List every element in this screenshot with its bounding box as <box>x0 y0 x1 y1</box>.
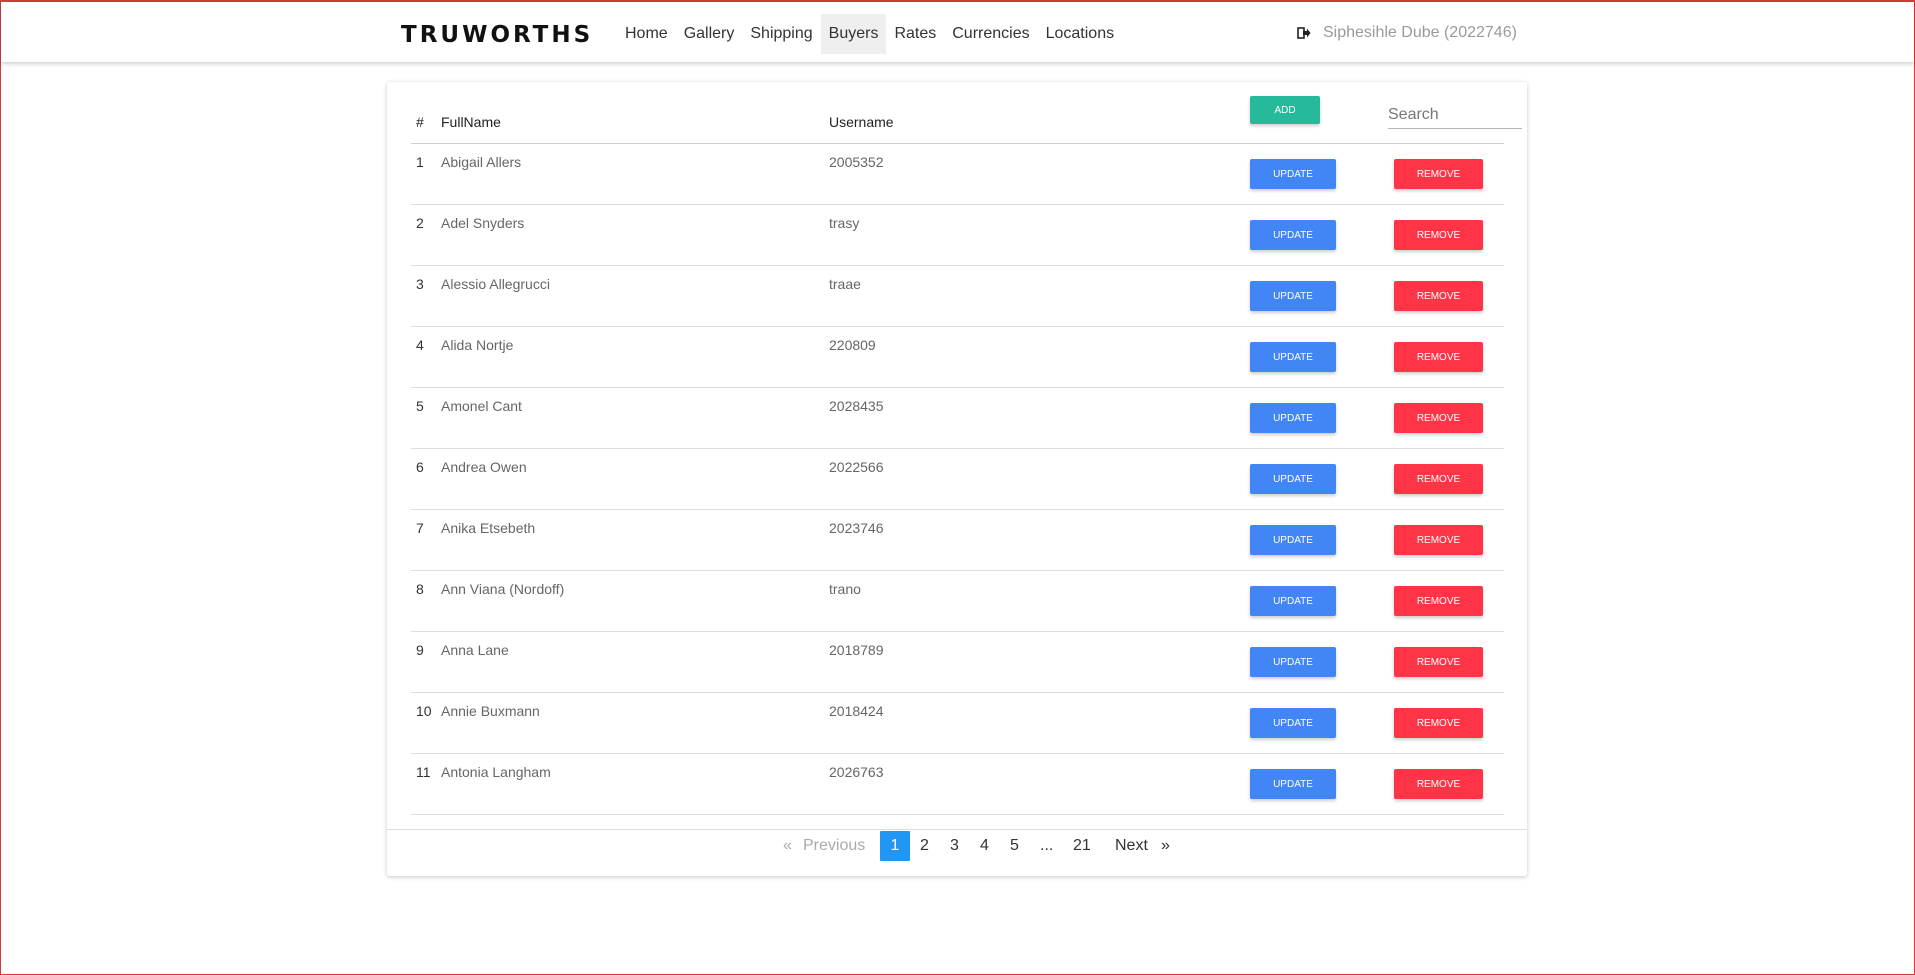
table-row: 8 Ann Viana (Nordoff) trano UPDATE REMOVE <box>411 571 1504 632</box>
row-username: trasy <box>829 215 860 231</box>
user-name[interactable]: Siphesihle Dube (2022746) <box>1323 24 1517 42</box>
row-number: 8 <box>416 581 424 597</box>
table-row: 5 Amonel Cant 2028435 UPDATE REMOVE <box>411 388 1504 449</box>
next-page-button[interactable]: Next <box>1115 831 1148 861</box>
row-number: 3 <box>416 276 424 292</box>
row-fullname: Amonel Cant <box>441 398 522 414</box>
update-button[interactable]: UPDATE <box>1250 708 1336 738</box>
row-fullname: Annie Buxmann <box>441 703 540 719</box>
nav-shipping[interactable]: Shipping <box>742 14 820 54</box>
nav-locations[interactable]: Locations <box>1038 14 1123 54</box>
header-username: Username <box>829 114 894 130</box>
brand-logo[interactable]: TRUWORTHS <box>401 22 593 48</box>
page-3-button[interactable]: 3 <box>950 831 959 861</box>
user-logout[interactable]: Siphesihle Dube (2022746) <box>1297 24 1517 42</box>
remove-button[interactable]: REMOVE <box>1394 281 1483 311</box>
table-row: 9 Anna Lane 2018789 UPDATE REMOVE <box>411 632 1504 693</box>
row-fullname: Adel Snyders <box>441 215 525 231</box>
update-button[interactable]: UPDATE <box>1250 281 1336 311</box>
header-fullname: FullName <box>441 114 501 130</box>
table-row: 1 Abigail Allers 2005352 UPDATE REMOVE <box>411 144 1504 205</box>
table-row: 3 Alessio Allegrucci traae UPDATE REMOVE <box>411 266 1504 327</box>
remove-button[interactable]: REMOVE <box>1394 403 1483 433</box>
row-number: 10 <box>416 703 432 719</box>
remove-button[interactable]: REMOVE <box>1394 769 1483 799</box>
row-username: 2005352 <box>829 154 884 170</box>
remove-button[interactable]: REMOVE <box>1394 220 1483 250</box>
previous-page-button: Previous <box>803 837 866 854</box>
buyers-card: # FullName Username ADD 1 Abigail Allers 2… <box>387 82 1527 876</box>
search-input[interactable] <box>1388 101 1522 129</box>
row-fullname: Anika Etsebeth <box>441 520 536 536</box>
next-arrow[interactable]: » <box>1161 831 1170 861</box>
update-button[interactable]: UPDATE <box>1250 647 1336 677</box>
nav-currencies[interactable]: Currencies <box>944 14 1037 54</box>
add-buyer-button[interactable]: ADD <box>1250 96 1320 124</box>
remove-button[interactable]: REMOVE <box>1394 525 1483 555</box>
remove-button[interactable]: REMOVE <box>1394 342 1483 372</box>
table-row: 4 Alida Nortje 220809 UPDATE REMOVE <box>411 327 1504 388</box>
page-5-button[interactable]: 5 <box>1010 831 1019 861</box>
remove-button[interactable]: REMOVE <box>1394 159 1483 189</box>
nav-links: Home Gallery Shipping Buyers Rates Curre… <box>617 14 1122 54</box>
top-navbar: TRUWORTHS Home Gallery Shipping Buyers R… <box>1 1 1914 62</box>
pagination-divider <box>387 829 1527 830</box>
row-number: 9 <box>416 642 424 658</box>
update-button[interactable]: UPDATE <box>1250 342 1336 372</box>
nav-home[interactable]: Home <box>617 14 676 54</box>
row-fullname: Anna Lane <box>441 642 509 658</box>
remove-button[interactable]: REMOVE <box>1394 647 1483 677</box>
page-1-button[interactable]: 1 <box>880 831 910 861</box>
remove-button[interactable]: REMOVE <box>1394 708 1483 738</box>
table-row: 2 Adel Snyders trasy UPDATE REMOVE <box>411 205 1504 266</box>
row-number: 2 <box>416 215 424 231</box>
row-username: 2018789 <box>829 642 884 658</box>
page-2-button[interactable]: 2 <box>920 831 929 861</box>
table-row: 7 Anika Etsebeth 2023746 UPDATE REMOVE <box>411 510 1504 571</box>
row-number: 6 <box>416 459 424 475</box>
page-4-button[interactable]: 4 <box>980 831 989 861</box>
row-fullname: Ann Viana (Nordoff) <box>441 581 565 597</box>
update-button[interactable]: UPDATE <box>1250 403 1336 433</box>
table-header: # FullName Username ADD <box>411 82 1522 144</box>
remove-button[interactable]: REMOVE <box>1394 464 1483 494</box>
row-username: 2028435 <box>829 398 884 414</box>
remove-button[interactable]: REMOVE <box>1394 586 1483 616</box>
header-number: # <box>416 114 424 130</box>
nav-buyers[interactable]: Buyers <box>820 14 887 54</box>
update-button[interactable]: UPDATE <box>1250 586 1336 616</box>
row-fullname: Alida Nortje <box>441 337 514 353</box>
update-button[interactable]: UPDATE <box>1250 525 1336 555</box>
previous-arrow: « <box>783 837 792 854</box>
row-fullname: Antonia Langham <box>441 764 551 780</box>
row-number: 7 <box>416 520 424 536</box>
page-21-button[interactable]: 21 <box>1073 831 1091 861</box>
row-username: 2023746 <box>829 520 884 536</box>
logout-icon[interactable] <box>1297 26 1311 40</box>
table-row: 10 Annie Buxmann 2018424 UPDATE REMOVE <box>411 693 1504 754</box>
table-row: 6 Andrea Owen 2022566 UPDATE REMOVE <box>411 449 1504 510</box>
row-number: 11 <box>416 764 431 780</box>
pagination: « Previous 1 2 3 4 5 ... 21 Next » <box>387 831 1527 861</box>
update-button[interactable]: UPDATE <box>1250 159 1336 189</box>
update-button[interactable]: UPDATE <box>1250 220 1336 250</box>
update-button[interactable]: UPDATE <box>1250 464 1336 494</box>
page-ellipsis: ... <box>1040 837 1054 854</box>
nav-gallery[interactable]: Gallery <box>676 14 743 54</box>
row-username: 2018424 <box>829 703 884 719</box>
row-fullname: Andrea Owen <box>441 459 527 475</box>
update-button[interactable]: UPDATE <box>1250 769 1336 799</box>
row-username: 2026763 <box>829 764 884 780</box>
table-row: 11 Antonia Langham 2026763 UPDATE REMOVE <box>411 754 1504 815</box>
nav-rates[interactable]: Rates <box>886 14 944 54</box>
row-username: 2022566 <box>829 459 884 475</box>
row-number: 4 <box>416 337 424 353</box>
row-fullname: Alessio Allegrucci <box>441 276 550 292</box>
row-username: trano <box>829 581 861 597</box>
row-username: 220809 <box>829 337 876 353</box>
row-number: 5 <box>416 398 424 414</box>
row-number: 1 <box>416 154 424 170</box>
row-fullname: Abigail Allers <box>441 154 522 170</box>
row-username: traae <box>829 276 861 292</box>
